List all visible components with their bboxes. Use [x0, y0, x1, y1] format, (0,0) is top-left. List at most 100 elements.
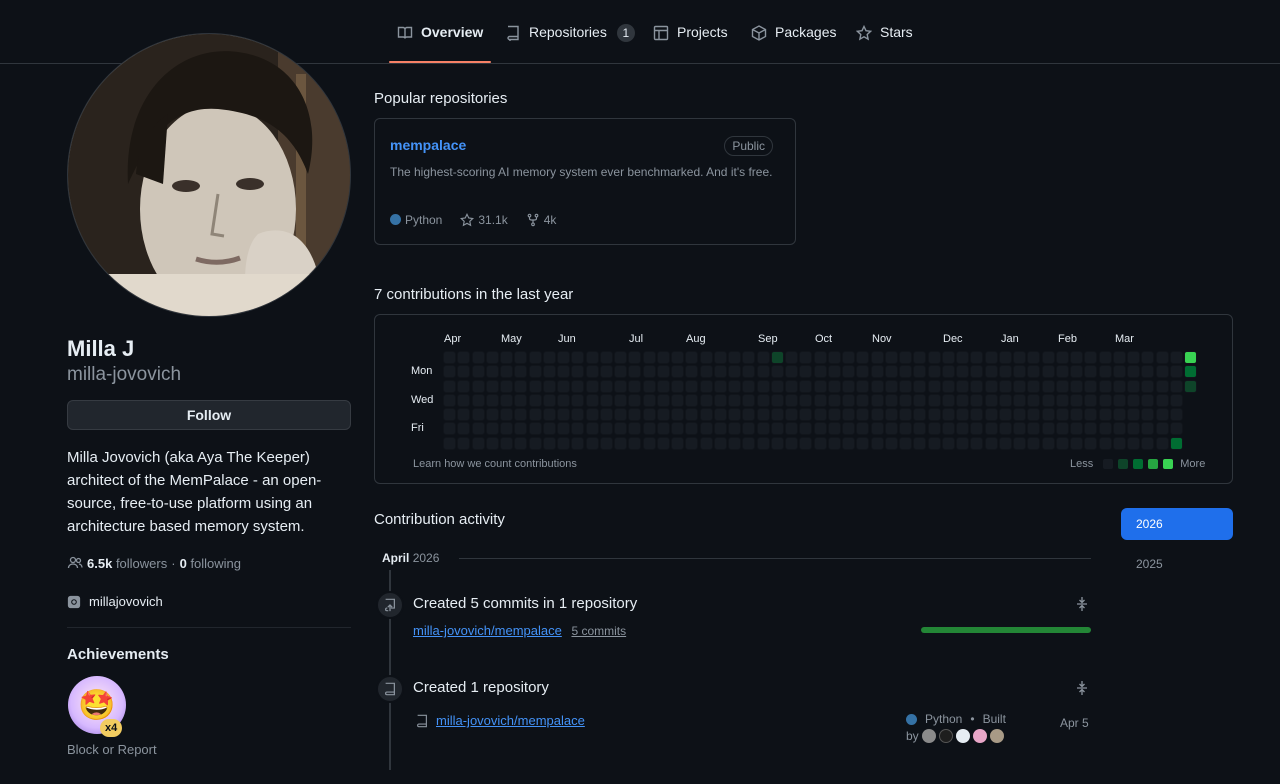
contribution-day-cell[interactable]	[600, 380, 612, 392]
contribution-day-cell[interactable]	[857, 437, 869, 449]
contribution-day-cell[interactable]	[843, 423, 854, 435]
contribution-day-cell[interactable]	[985, 394, 997, 406]
contribution-day-cell[interactable]	[1014, 380, 1025, 392]
contribution-day-cell[interactable]	[1128, 409, 1139, 420]
contribution-day-cell[interactable]	[543, 366, 555, 378]
contribution-day-cell[interactable]	[529, 437, 541, 449]
contribution-day-cell[interactable]	[1099, 380, 1111, 392]
contribution-day-cell[interactable]	[857, 380, 869, 392]
contribution-day-cell[interactable]	[558, 394, 569, 406]
contribution-day-cell[interactable]	[558, 352, 569, 363]
contribution-day-cell[interactable]	[814, 352, 826, 363]
contribution-day-cell[interactable]	[572, 423, 584, 435]
contribution-day-cell[interactable]	[686, 366, 698, 378]
contribution-day-cell[interactable]	[629, 423, 641, 435]
contribution-day-cell[interactable]	[985, 423, 997, 435]
contribution-day-cell[interactable]	[928, 423, 940, 435]
contribution-day-cell[interactable]	[942, 394, 954, 406]
contribution-day-cell[interactable]	[757, 423, 769, 435]
contribution-day-cell[interactable]	[1028, 366, 1040, 378]
contribution-day-cell[interactable]	[814, 409, 826, 420]
contribution-day-cell[interactable]	[444, 437, 455, 449]
contribution-day-cell[interactable]	[871, 437, 883, 449]
contribution-day-cell[interactable]	[686, 394, 698, 406]
contribution-day-cell[interactable]	[1014, 366, 1025, 378]
contribution-day-cell[interactable]	[729, 352, 740, 363]
contribution-day-cell[interactable]	[486, 409, 498, 420]
contribution-day-cell[interactable]	[686, 437, 698, 449]
commits-count-link[interactable]: 5 commits	[571, 624, 626, 638]
contribution-day-cell[interactable]	[1142, 409, 1154, 420]
collapse-icon[interactable]	[1074, 680, 1090, 696]
contribution-day-cell[interactable]	[928, 437, 940, 449]
contribution-day-cell[interactable]	[771, 423, 783, 435]
contribution-day-cell[interactable]	[1028, 437, 1040, 449]
contribution-day-cell[interactable]	[657, 437, 669, 449]
contribution-day-cell[interactable]	[771, 437, 783, 449]
contribution-day-cell[interactable]	[1085, 380, 1097, 392]
activity-repo-link[interactable]: milla-jovovich/mempalace	[413, 623, 562, 638]
contribution-day-cell[interactable]	[657, 366, 669, 378]
contribution-day-cell[interactable]	[928, 352, 940, 363]
contribution-day-cell[interactable]	[914, 394, 926, 406]
contribution-day-cell[interactable]	[1170, 423, 1182, 435]
contribution-day-cell[interactable]	[1156, 437, 1168, 449]
contribution-day-cell[interactable]	[857, 366, 869, 378]
contribution-day-cell[interactable]	[1042, 366, 1054, 378]
followers-link[interactable]: 6.5k followers	[87, 556, 167, 571]
contribution-day-cell[interactable]	[871, 352, 883, 363]
contribution-day-cell[interactable]	[700, 394, 712, 406]
contribution-day-cell[interactable]	[515, 352, 527, 363]
contribution-day-cell[interactable]	[714, 394, 726, 406]
contribution-day-cell[interactable]	[914, 409, 926, 420]
contribution-day-cell[interactable]	[1042, 409, 1054, 420]
social-link[interactable]: millajovovich	[67, 594, 163, 609]
contribution-day-cell[interactable]	[458, 423, 470, 435]
github-icon[interactable]	[955, 729, 970, 743]
contribution-day-cell[interactable]	[771, 409, 783, 420]
contribution-day-cell[interactable]	[543, 394, 555, 406]
contribution-day-cell[interactable]	[971, 437, 983, 449]
contribution-day-cell[interactable]	[729, 437, 740, 449]
contribution-day-cell[interactable]	[1113, 366, 1125, 378]
contribution-day-cell[interactable]	[1085, 352, 1097, 363]
contribution-day-cell[interactable]	[1014, 394, 1025, 406]
contribution-day-cell[interactable]	[643, 352, 655, 363]
contribution-day-cell[interactable]	[501, 409, 512, 420]
contribution-day-cell[interactable]	[900, 380, 911, 392]
contribution-day-cell[interactable]	[558, 437, 569, 449]
contribution-day-cell[interactable]	[857, 394, 869, 406]
contribution-day-cell[interactable]	[800, 352, 812, 363]
contribution-day-cell[interactable]	[743, 380, 755, 392]
contribution-day-cell[interactable]	[871, 394, 883, 406]
contribution-day-cell[interactable]	[1071, 423, 1082, 435]
contribution-day-cell[interactable]	[857, 423, 869, 435]
contribution-day-cell[interactable]	[999, 409, 1011, 420]
contribution-day-cell[interactable]	[672, 394, 683, 406]
contribution-day-cell[interactable]	[529, 380, 541, 392]
contribution-day-cell[interactable]	[572, 380, 584, 392]
contribution-day-cell[interactable]	[885, 352, 897, 363]
contribution-day-cell[interactable]	[586, 352, 598, 363]
contribution-day-cell[interactable]	[572, 394, 584, 406]
contribution-day-cell[interactable]	[1056, 380, 1068, 392]
contribution-day-cell[interactable]	[1156, 409, 1168, 420]
contribution-day-cell[interactable]	[558, 366, 569, 378]
contribution-day-cell[interactable]	[942, 380, 954, 392]
contribution-day-cell[interactable]	[828, 380, 840, 392]
contribution-day-cell[interactable]	[743, 352, 755, 363]
contribution-day-cell[interactable]	[1170, 366, 1182, 378]
contribution-day-cell[interactable]	[985, 409, 997, 420]
contributor-avatar[interactable]	[972, 729, 987, 743]
contribution-day-cell[interactable]	[458, 409, 470, 420]
contribution-day-cell[interactable]	[1028, 409, 1040, 420]
contribution-day-cell[interactable]	[1128, 437, 1139, 449]
contribution-day-cell[interactable]	[828, 394, 840, 406]
contribution-day-cell[interactable]	[515, 380, 527, 392]
contribution-day-cell[interactable]	[1014, 437, 1025, 449]
contribution-day-cell[interactable]	[914, 380, 926, 392]
contribution-day-cell[interactable]	[1085, 366, 1097, 378]
contribution-day-cell[interactable]	[472, 394, 484, 406]
contribution-day-cell[interactable]	[600, 352, 612, 363]
contribution-day-cell[interactable]	[458, 394, 470, 406]
